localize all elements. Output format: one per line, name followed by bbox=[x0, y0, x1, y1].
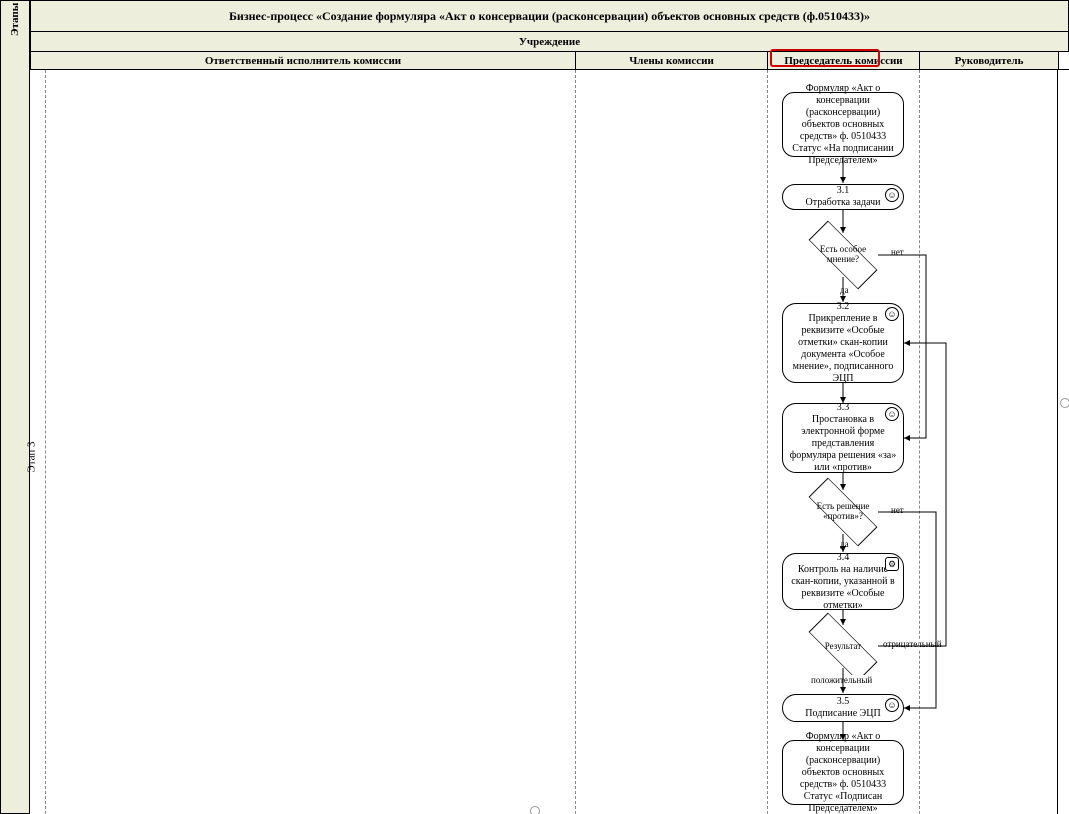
page: Этапы Этап 3 Бизнес-процесс «Создание фо… bbox=[0, 0, 1069, 814]
node-3-4: ⚙ 3.4 Контроль на наличие скан-копии, ук… bbox=[782, 553, 904, 610]
gear-icon: ⚙ bbox=[885, 557, 899, 571]
user-icon: ☺ bbox=[885, 307, 899, 321]
highlight-box bbox=[770, 49, 880, 67]
label-positive: положительный bbox=[810, 675, 873, 685]
node-3-5: ☺ 3.5 Подписание ЭЦП bbox=[782, 694, 904, 722]
stage3-label: Этап 3 bbox=[26, 441, 38, 472]
node-3-4-num: 3.4 bbox=[837, 552, 850, 564]
node-3-2: ☺ 3.2 Прикрепление в реквизите «Особые о… bbox=[782, 303, 904, 383]
lane-border-2 bbox=[575, 70, 576, 814]
node-3-1-num: 3.1 bbox=[837, 185, 850, 197]
title: Бизнес-процесс «Создание формуляра «Акт … bbox=[30, 0, 1069, 32]
node-output-doc: Формуляр «Акт о консервации (расконсерва… bbox=[782, 740, 904, 805]
node-3-5-num: 3.5 bbox=[837, 696, 850, 708]
gateway-opinion-text: Есть особое мнение? bbox=[808, 233, 878, 277]
label-yes-2: да bbox=[839, 539, 850, 549]
resize-handle-right[interactable] bbox=[1060, 398, 1069, 408]
label-no-2: нет bbox=[890, 505, 905, 515]
lane-border-4 bbox=[919, 70, 920, 814]
org-row: Учреждение bbox=[30, 32, 1069, 52]
user-icon: ☺ bbox=[885, 188, 899, 202]
node-3-3-num: 3.3 bbox=[837, 402, 850, 414]
col-members: Члены комиссии bbox=[575, 52, 767, 69]
gateway-opinion: Есть особое мнение? bbox=[808, 233, 878, 277]
node-input-text: Формуляр «Акт о консервации (расконсерва… bbox=[789, 83, 897, 167]
gateway-result-text: Результат bbox=[808, 625, 878, 669]
label-no-1: нет bbox=[890, 247, 905, 257]
header: Бизнес-процесс «Создание формуляра «Акт … bbox=[0, 0, 1069, 70]
lane-border-3 bbox=[767, 70, 768, 814]
col-executor: Ответственный исполнитель комиссии bbox=[30, 52, 575, 69]
gateway-against: Есть решение «против»? bbox=[808, 490, 878, 534]
gateway-result: Результат bbox=[808, 625, 878, 669]
node-3-1: ☺ 3.1 Отработка задачи bbox=[782, 184, 904, 210]
lane-border-left bbox=[45, 70, 46, 814]
lane-border-right bbox=[1057, 70, 1058, 814]
stages-column: Этапы Этап 3 bbox=[0, 0, 30, 814]
node-input-doc: Формуляр «Акт о консервации (расконсерва… bbox=[782, 92, 904, 157]
col-head: Руководитель bbox=[919, 52, 1059, 69]
node-3-1-text: Отработка задачи bbox=[805, 197, 880, 209]
node-3-4-text: Контроль на наличие скан-копии, указанно… bbox=[789, 564, 897, 612]
columns-row: Ответственный исполнитель комиссии Члены… bbox=[30, 52, 1069, 70]
label-yes-1: да bbox=[839, 285, 850, 295]
gateway-against-text: Есть решение «против»? bbox=[808, 490, 878, 534]
node-3-5-text: Подписание ЭЦП bbox=[805, 708, 880, 720]
node-output-text: Формуляр «Акт о консервации (расконсерва… bbox=[789, 731, 897, 814]
node-3-2-text: Прикрепление в реквизите «Особые отметки… bbox=[789, 313, 897, 385]
flow-arrows bbox=[0, 0, 1069, 814]
resize-handle-bottom[interactable] bbox=[530, 806, 540, 814]
node-3-3: ☺ 3.3 Простановка в электронной форме пр… bbox=[782, 403, 904, 473]
user-icon: ☺ bbox=[885, 407, 899, 421]
user-icon: ☺ bbox=[885, 698, 899, 712]
label-negative: отрицательный bbox=[882, 639, 943, 649]
node-3-2-num: 3.2 bbox=[837, 301, 850, 313]
node-3-3-text: Простановка в электронной форме представ… bbox=[789, 414, 897, 474]
